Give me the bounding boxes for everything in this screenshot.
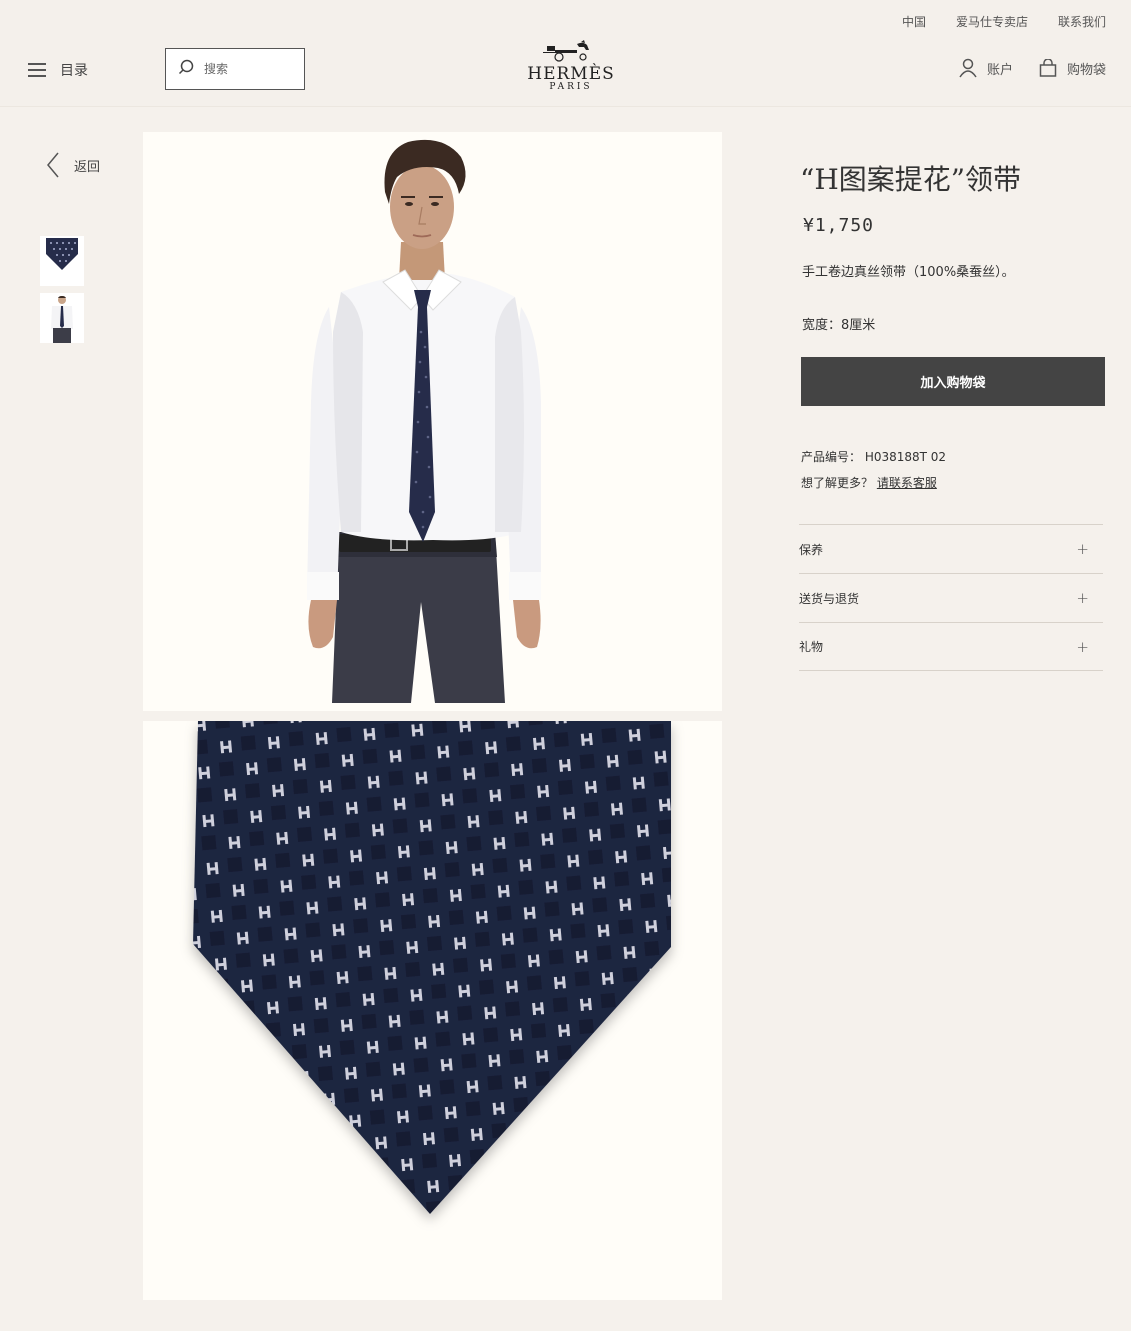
menu-label: 目录 bbox=[60, 63, 88, 79]
carriage-logo-icon bbox=[543, 40, 589, 62]
more-info: 想了解更多？ 请联系客服 bbox=[801, 474, 937, 491]
search-box[interactable] bbox=[165, 48, 305, 90]
shopping-bag-icon bbox=[1039, 59, 1057, 77]
back-label: 返回 bbox=[74, 159, 101, 175]
accordion-care-label: 保养 bbox=[799, 542, 824, 557]
top-link-stores[interactable]: 爱马仕专卖店 bbox=[956, 13, 1028, 30]
accordion-gift-label: 礼物 bbox=[799, 640, 824, 654]
search-input[interactable] bbox=[204, 62, 294, 76]
more-info-prefix: 想了解更多？ bbox=[801, 476, 874, 490]
back-button[interactable]: 返回 bbox=[46, 152, 100, 178]
product-image-model bbox=[143, 132, 722, 711]
accordion-gift[interactable]: 礼物 + bbox=[799, 622, 1103, 671]
accordion-delivery[interactable]: 送货与退货 + bbox=[799, 573, 1103, 622]
top-link-contact[interactable]: 联系我们 bbox=[1058, 13, 1106, 30]
thumbnail-model[interactable] bbox=[40, 293, 84, 343]
product-title: “H图案提花”领带 bbox=[800, 163, 1022, 196]
account-label: 账户 bbox=[986, 62, 1013, 78]
account-button[interactable]: 账户 bbox=[959, 58, 1013, 78]
product-image-tie-detail bbox=[143, 721, 722, 1300]
hamburger-icon bbox=[28, 63, 46, 77]
accordion-delivery-label: 送货与退货 bbox=[799, 591, 860, 606]
plus-icon: + bbox=[1076, 540, 1089, 558]
thumbnail-tie-detail[interactable] bbox=[40, 236, 84, 286]
menu-button[interactable]: 目录 bbox=[28, 60, 88, 80]
contact-service-link[interactable]: 请联系客服 bbox=[877, 476, 937, 490]
bag-label: 购物袋 bbox=[1066, 62, 1106, 78]
hermes-logo[interactable]: HERMÈS PARIS bbox=[520, 40, 622, 96]
top-link-china[interactable]: 中国 bbox=[902, 13, 926, 30]
user-icon bbox=[959, 58, 977, 78]
logo-wordmark: HERMÈS bbox=[527, 64, 615, 84]
product-sku: 产品编号： H038188T 02 bbox=[801, 450, 947, 464]
add-to-bag-button[interactable]: 加入购物袋 bbox=[801, 357, 1105, 406]
chevron-left-icon bbox=[47, 152, 59, 178]
accordion-care[interactable]: 保养 + bbox=[799, 524, 1103, 573]
product-price: ¥1,750 bbox=[803, 215, 875, 236]
site-header: 中国 爱马仕专卖店 联系我们 目录 HERMÈS PARIS bbox=[0, 0, 1131, 107]
top-links: 中国 爱马仕专卖店 联系我们 bbox=[902, 13, 1106, 30]
search-icon bbox=[178, 59, 194, 79]
product-width: 宽度：8厘米 bbox=[802, 318, 876, 333]
plus-icon: + bbox=[1076, 589, 1089, 607]
header-right-nav: 账户 购物袋 bbox=[959, 58, 1106, 78]
plus-icon: + bbox=[1076, 637, 1089, 656]
bag-button[interactable]: 购物袋 bbox=[1039, 58, 1106, 78]
product-description: 手工卷边真丝领带（100%桑蚕丝）。 bbox=[802, 265, 1015, 280]
